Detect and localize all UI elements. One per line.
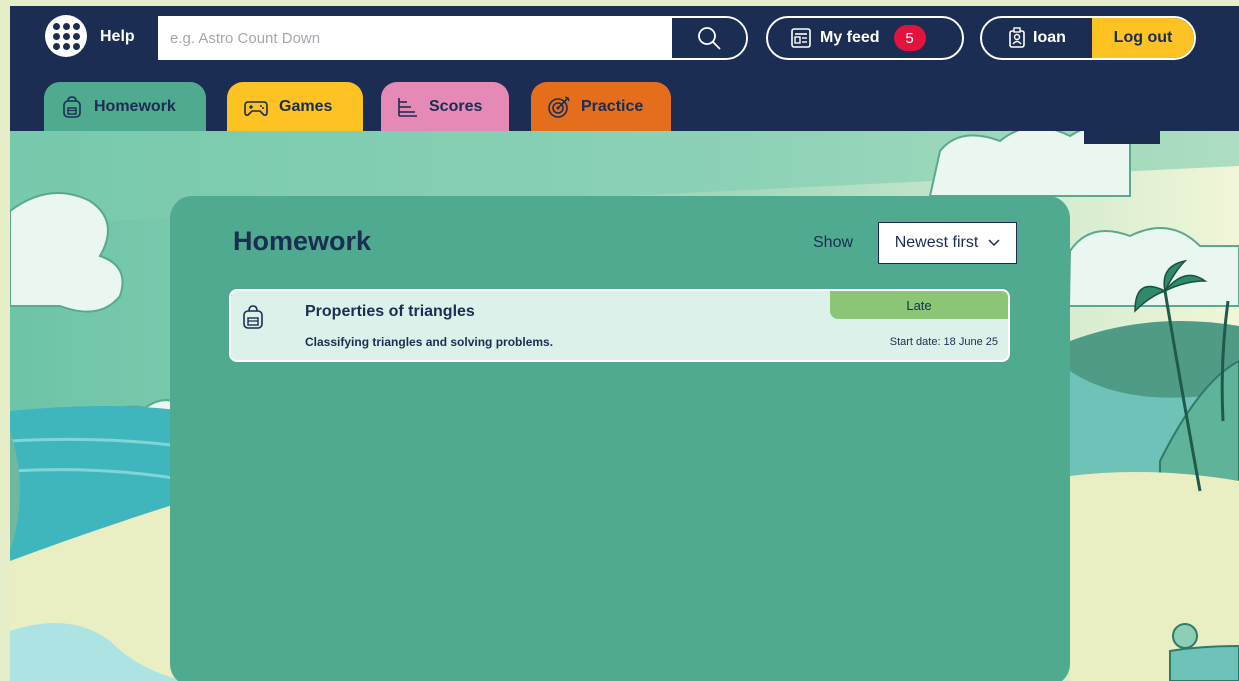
tab-scores[interactable]: Scores xyxy=(381,82,509,131)
my-feed-button[interactable]: My feed 5 xyxy=(766,16,964,60)
logout-button[interactable]: Log out xyxy=(1092,18,1194,58)
app-window: Help My feed 5 xyxy=(10,6,1239,681)
sort-selected-value: Newest first xyxy=(894,234,979,251)
search-icon xyxy=(698,27,721,50)
homework-card[interactable]: Properties of triangles Classifying tria… xyxy=(229,289,1010,362)
apps-grid-icon xyxy=(52,22,80,50)
tab-games[interactable]: Games xyxy=(227,82,363,131)
page-title: Homework xyxy=(233,226,372,256)
backpack-icon xyxy=(63,95,81,118)
user-profile-button[interactable]: Ioan xyxy=(982,18,1092,58)
homework-start-date: Start date: 18 June 25 xyxy=(889,336,998,348)
user-account-controls: Ioan Log out xyxy=(980,16,1196,60)
tab-practice-label: Practice xyxy=(581,97,644,115)
gamepad-icon xyxy=(244,100,268,116)
homework-panel: Homework Show Newest first Properties of… xyxy=(170,196,1070,681)
help-link[interactable]: Help xyxy=(100,28,135,46)
tab-practice[interactable]: Practice xyxy=(531,82,671,131)
header-notch xyxy=(1084,131,1160,144)
target-icon xyxy=(548,95,570,118)
tab-games-label: Games xyxy=(279,97,333,115)
newspaper-icon xyxy=(791,28,811,48)
homework-description: Classifying triangles and solving proble… xyxy=(305,335,554,349)
apps-menu-button[interactable] xyxy=(45,15,87,57)
my-feed-label: My feed xyxy=(820,29,880,46)
tab-scores-label: Scores xyxy=(429,97,483,115)
chevron-down-icon xyxy=(988,239,1000,247)
show-label: Show xyxy=(813,234,854,251)
search-button[interactable] xyxy=(672,18,746,58)
user-name: Ioan xyxy=(1033,29,1066,46)
feed-count-badge: 5 xyxy=(893,25,926,51)
backpack-icon xyxy=(243,305,263,329)
tab-homework[interactable]: Homework xyxy=(44,82,206,131)
bar-chart-icon xyxy=(398,97,417,117)
tab-homework-label: Homework xyxy=(94,97,176,115)
id-badge-icon xyxy=(1009,27,1025,48)
homework-title: Properties of triangles xyxy=(305,303,475,320)
search-bar xyxy=(158,16,748,60)
top-navigation-bar: Help My feed 5 xyxy=(10,6,1239,131)
sort-dropdown[interactable]: Newest first xyxy=(878,222,1017,264)
status-badge: Late xyxy=(830,291,1008,319)
search-input[interactable] xyxy=(160,18,672,58)
